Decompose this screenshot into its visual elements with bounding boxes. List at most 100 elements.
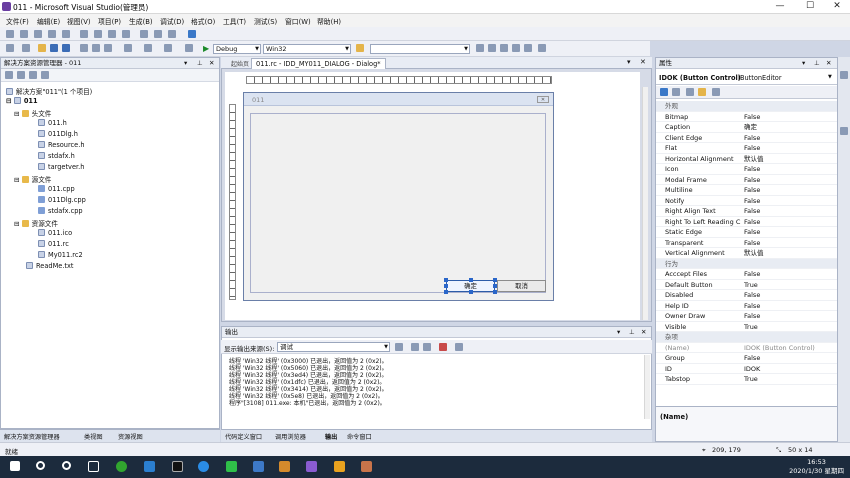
menu-tools[interactable]: 工具(T) xyxy=(223,16,246,26)
dialog-client-area[interactable] xyxy=(250,113,546,293)
copy-icon[interactable] xyxy=(92,44,100,52)
toolbar-icon[interactable] xyxy=(168,30,176,38)
toolbar-icon[interactable] xyxy=(423,343,431,351)
toolbar-icon[interactable] xyxy=(476,44,484,52)
maximize-button[interactable]: ☐ xyxy=(795,0,825,14)
toolbar-icon[interactable] xyxy=(411,343,419,351)
tab-start-page[interactable]: 起始页 xyxy=(231,59,249,68)
menu-debug[interactable]: 调试(D) xyxy=(160,16,184,26)
refresh-icon[interactable] xyxy=(29,71,37,79)
menu-window[interactable]: 窗口(W) xyxy=(285,16,311,26)
doc-close-icon[interactable]: ✕ xyxy=(640,58,646,66)
tab-dialog-editor[interactable]: 011.rc - IDD_MY011_DIALOG - Dialog* xyxy=(251,58,386,69)
prop-row[interactable]: Horizontal Alignment 默认值 xyxy=(656,154,837,164)
toolbox-icon[interactable] xyxy=(840,127,848,135)
menu-edit[interactable]: 编辑(E) xyxy=(37,16,60,26)
tab-command-window[interactable]: 命令窗口 xyxy=(347,432,372,441)
prop-row[interactable]: Right Align Text False xyxy=(656,206,837,217)
properties-icon[interactable] xyxy=(686,88,694,96)
tree-item[interactable]: ⊟ 头文件 xyxy=(14,108,51,118)
prop-row[interactable]: Vertical Alignment 默认值 xyxy=(656,248,837,259)
resize-handle[interactable] xyxy=(469,278,473,282)
app-icon[interactable] xyxy=(198,461,209,472)
toolbar-icon[interactable] xyxy=(48,30,56,38)
prop-row[interactable]: Default Button True xyxy=(656,280,837,290)
events-icon[interactable] xyxy=(698,88,706,96)
tab-class-view[interactable]: 类视图 xyxy=(84,432,103,441)
server-explorer-icon[interactable] xyxy=(840,71,848,79)
view-class-icon[interactable] xyxy=(41,71,49,79)
close-icon[interactable]: ✕ xyxy=(641,327,646,338)
tree-item[interactable]: stdafx.cpp xyxy=(38,207,83,215)
toolbar-icon[interactable] xyxy=(512,44,520,52)
find-combo[interactable]: ▼ xyxy=(370,44,470,54)
menu-help[interactable]: 帮助(H) xyxy=(317,16,341,26)
menu-build[interactable]: 生成(B) xyxy=(129,16,153,26)
menu-file[interactable]: 文件(F) xyxy=(6,16,29,26)
tree-project[interactable]: ⊟ 011 xyxy=(6,97,38,105)
browser-icon[interactable] xyxy=(116,461,127,472)
toolbar-icon[interactable] xyxy=(395,343,403,351)
tree-item[interactable]: My011.rc2 xyxy=(38,251,83,259)
properties-icon[interactable] xyxy=(5,71,13,79)
prop-row[interactable]: Transparent False xyxy=(656,238,837,248)
tab-solution-explorer[interactable]: 解决方案资源管理器 xyxy=(4,432,60,441)
tab-resource-view[interactable]: 资源视图 xyxy=(118,432,143,441)
resize-handle[interactable] xyxy=(493,278,497,282)
prop-row[interactable]: Owner Draw False xyxy=(656,311,837,322)
toolbar-icon[interactable] xyxy=(62,30,70,38)
toolbar-icon[interactable] xyxy=(500,44,508,52)
dropdown-icon[interactable]: ▾ xyxy=(802,58,805,69)
dropdown-icon[interactable]: ▾ xyxy=(184,58,187,69)
prop-row[interactable]: Caption 确定 xyxy=(656,122,837,133)
prop-row[interactable]: (Name) IDOK (Button Control) xyxy=(656,343,837,353)
tree-item[interactable]: ReadMe.txt xyxy=(26,262,73,270)
navigate-icon[interactable] xyxy=(164,44,172,52)
find-icon[interactable] xyxy=(356,44,364,52)
menu-format[interactable]: 格式(O) xyxy=(191,16,215,26)
prop-row[interactable]: Visible True xyxy=(656,322,837,332)
tree-item[interactable]: 011Dlg.h xyxy=(38,130,78,138)
clock[interactable]: 16:53 2020/1/30 星期四 xyxy=(789,458,844,476)
prop-row[interactable]: Static Edge False xyxy=(656,227,837,238)
tree-item[interactable]: Resource.h xyxy=(38,141,85,149)
start-debug-icon[interactable]: ▶ xyxy=(203,44,209,53)
tree-item[interactable]: 011.cpp xyxy=(38,185,75,193)
prop-row[interactable]: Client Edge False xyxy=(656,133,837,143)
tree-item[interactable]: 011.ico xyxy=(38,229,72,237)
redo-icon[interactable] xyxy=(144,44,152,52)
tree-item[interactable]: 011.h xyxy=(38,119,67,127)
cut-icon[interactable] xyxy=(80,44,88,52)
object-selector[interactable]: IDOK (Button Control) IButtonEditor ▼ xyxy=(656,72,837,85)
app-icon[interactable] xyxy=(279,461,290,472)
cortana-icon[interactable] xyxy=(62,461,71,470)
output-source-select[interactable]: 调试 ▼ xyxy=(277,342,390,352)
tree-item[interactable]: stdafx.h xyxy=(38,152,75,160)
prop-category[interactable]: 杂项 xyxy=(656,332,837,343)
show-all-icon[interactable] xyxy=(17,71,25,79)
tab-output[interactable]: 输出 xyxy=(325,432,337,441)
document-scrollbar[interactable] xyxy=(642,87,648,320)
toolbar-icon[interactable] xyxy=(524,44,532,52)
resize-handle[interactable] xyxy=(493,290,497,294)
toolbar-icon[interactable] xyxy=(108,30,116,38)
close-button[interactable]: ✕ xyxy=(822,0,850,14)
toolbar-icon[interactable] xyxy=(122,30,130,38)
platform-select[interactable]: Win32 ▼ xyxy=(263,44,351,54)
app-icon[interactable] xyxy=(253,461,264,472)
prop-row[interactable]: Help ID False xyxy=(656,301,837,311)
terminal-icon[interactable] xyxy=(172,461,183,472)
add-item-icon[interactable] xyxy=(22,44,30,52)
minimize-button[interactable]: — xyxy=(765,0,795,14)
prop-row[interactable]: Multiline False xyxy=(656,185,837,196)
toolbar-icon[interactable] xyxy=(80,30,88,38)
navigate-forward-icon[interactable] xyxy=(185,44,193,52)
resize-handle[interactable] xyxy=(493,284,497,288)
prop-row[interactable]: Tabstop True xyxy=(656,374,837,385)
prop-row[interactable]: Acccept Files False xyxy=(656,269,837,280)
tree-item[interactable]: 011.rc xyxy=(38,240,69,248)
output-scrollbar[interactable] xyxy=(644,355,650,419)
resize-handle[interactable] xyxy=(444,278,448,282)
toolbox-strip[interactable] xyxy=(838,57,850,442)
visual-studio-icon[interactable] xyxy=(306,461,317,472)
